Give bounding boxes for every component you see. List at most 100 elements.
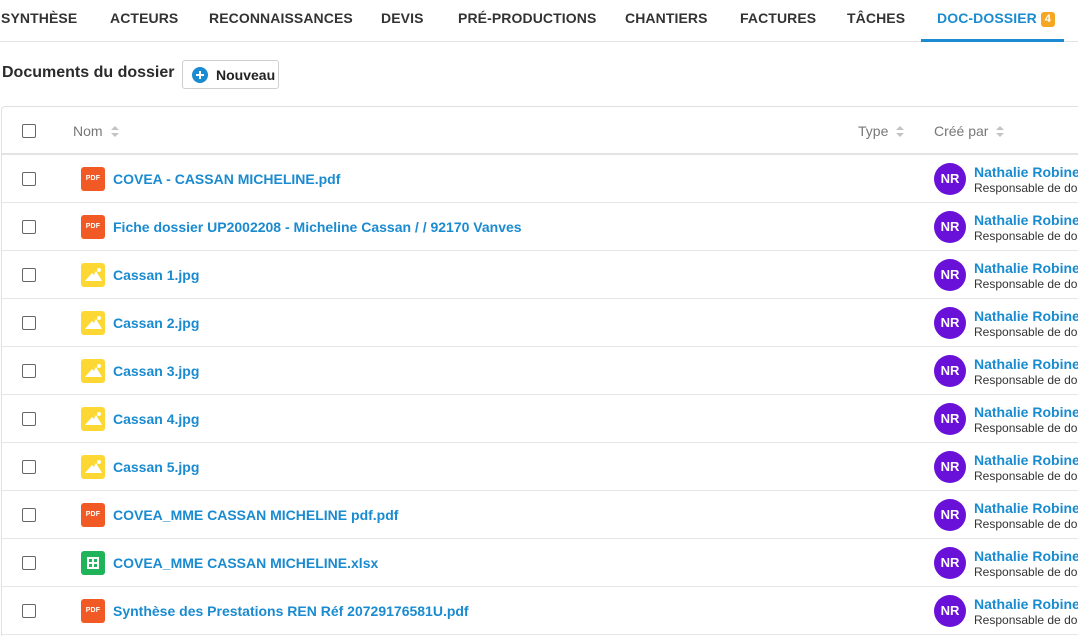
avatar: NR: [934, 451, 966, 483]
table-row: COVEA_MME CASSAN MICHELINE.xlsx NR Natha…: [2, 539, 1078, 587]
user-role: Responsable de dos: [974, 229, 1078, 243]
file-name-link[interactable]: COVEA_MME CASSAN MICHELINE pdf.pdf: [113, 507, 398, 523]
sort-icon: [996, 126, 1005, 138]
user-name-link[interactable]: Nathalie Robine: [974, 212, 1078, 228]
user-name-link[interactable]: Nathalie Robine: [974, 404, 1078, 420]
user-name-link[interactable]: Nathalie Robine: [974, 308, 1078, 324]
spreadsheet-file-icon: [81, 551, 105, 575]
avatar: NR: [934, 547, 966, 579]
pdf-icon-label: PDF: [85, 175, 101, 182]
user-role: Responsable de dos: [974, 325, 1078, 339]
new-document-button[interactable]: Nouveau: [182, 60, 279, 89]
table-row: PDF Fiche dossier UP2002208 - Micheline …: [2, 203, 1078, 251]
row-checkbox[interactable]: [22, 556, 36, 570]
section-title: Documents du dossier: [2, 64, 175, 81]
sort-icon: [896, 126, 905, 138]
tab-chantiers[interactable]: CHANTIERS: [625, 0, 708, 42]
column-header-created-by[interactable]: Créé par: [934, 123, 1005, 139]
user-role: Responsable de dos: [974, 373, 1078, 387]
avatar: NR: [934, 595, 966, 627]
file-name-link[interactable]: Fiche dossier UP2002208 - Micheline Cass…: [113, 219, 522, 235]
user-role: Responsable de dos: [974, 277, 1078, 291]
user-name-link[interactable]: Nathalie Robine: [974, 500, 1078, 516]
image-file-icon: [81, 311, 105, 335]
column-header-name-label: Nom: [73, 123, 103, 139]
documents-table: Nom Type Créé par PDF COVEA - CASSAN MIC…: [1, 106, 1078, 636]
tab-doc-dossier-label: DOC-DOSSIER: [937, 10, 1037, 26]
image-file-icon: [81, 263, 105, 287]
user-role: Responsable de dos: [974, 613, 1078, 627]
pdf-icon-label: PDF: [85, 607, 101, 614]
tab-taches[interactable]: TÂCHES: [847, 0, 905, 42]
user-role: Responsable de dos: [974, 469, 1078, 483]
column-header-type-label: Type: [858, 123, 889, 139]
file-name-link[interactable]: Synthèse des Prestations REN Réf 2072917…: [113, 603, 469, 619]
table-body: PDF COVEA - CASSAN MICHELINE.pdf NR Nath…: [2, 155, 1078, 635]
file-name-link[interactable]: Cassan 5.jpg: [113, 459, 199, 475]
user-role: Responsable de dos: [974, 421, 1078, 435]
file-name-link[interactable]: COVEA_MME CASSAN MICHELINE.xlsx: [113, 555, 378, 571]
table-row: Cassan 1.jpg NR Nathalie Robine Responsa…: [2, 251, 1078, 299]
row-checkbox[interactable]: [22, 412, 36, 426]
tab-factures[interactable]: FACTURES: [740, 0, 816, 42]
row-checkbox[interactable]: [22, 460, 36, 474]
table-header: Nom Type Créé par: [2, 107, 1078, 155]
table-row: PDF COVEA - CASSAN MICHELINE.pdf NR Nath…: [2, 155, 1078, 203]
pdf-icon-label: PDF: [85, 511, 101, 518]
pdf-icon-label: PDF: [85, 223, 101, 230]
user-name-link[interactable]: Nathalie Robine: [974, 452, 1078, 468]
user-name-link[interactable]: Nathalie Robine: [974, 260, 1078, 276]
file-name-link[interactable]: Cassan 2.jpg: [113, 315, 199, 331]
tab-doc-dossier[interactable]: DOC-DOSSIER 4: [921, 0, 1064, 42]
avatar: NR: [934, 307, 966, 339]
row-checkbox[interactable]: [22, 604, 36, 618]
row-checkbox[interactable]: [22, 220, 36, 234]
avatar: NR: [934, 211, 966, 243]
count-badge: 4: [1040, 12, 1055, 27]
row-checkbox[interactable]: [22, 172, 36, 186]
tab-pre-productions[interactable]: PRÉ-PRODUCTIONS: [458, 0, 596, 42]
image-file-icon: [81, 407, 105, 431]
tab-bar: SYNTHÈSE ACTEURS RECONNAISSANCES DEVIS P…: [0, 0, 1078, 42]
table-row: Cassan 3.jpg NR Nathalie Robine Responsa…: [2, 347, 1078, 395]
user-role: Responsable de dos: [974, 517, 1078, 531]
tab-reconnaissances[interactable]: RECONNAISSANCES: [209, 0, 353, 42]
file-name-link[interactable]: Cassan 4.jpg: [113, 411, 199, 427]
image-file-icon: [81, 359, 105, 383]
user-name-link[interactable]: Nathalie Robine: [974, 164, 1078, 180]
column-header-type[interactable]: Type: [858, 123, 905, 139]
table-row: PDF COVEA_MME CASSAN MICHELINE pdf.pdf N…: [2, 491, 1078, 539]
avatar: NR: [934, 163, 966, 195]
user-name-link[interactable]: Nathalie Robine: [974, 548, 1078, 564]
row-checkbox[interactable]: [22, 316, 36, 330]
row-checkbox[interactable]: [22, 268, 36, 282]
user-name-link[interactable]: Nathalie Robine: [974, 596, 1078, 612]
tab-acteurs[interactable]: ACTEURS: [110, 0, 178, 42]
avatar: NR: [934, 355, 966, 387]
avatar: NR: [934, 403, 966, 435]
avatar: NR: [934, 499, 966, 531]
avatar: NR: [934, 259, 966, 291]
user-role: Responsable de dos: [974, 181, 1078, 195]
tab-synthese[interactable]: SYNTHÈSE: [1, 0, 77, 42]
image-file-icon: [81, 455, 105, 479]
table-row: Cassan 4.jpg NR Nathalie Robine Responsa…: [2, 395, 1078, 443]
user-role: Responsable de dos: [974, 565, 1078, 579]
plus-circle-icon: [192, 67, 208, 83]
user-name-link[interactable]: Nathalie Robine: [974, 356, 1078, 372]
file-name-link[interactable]: Cassan 3.jpg: [113, 363, 199, 379]
column-header-name[interactable]: Nom: [73, 123, 119, 139]
tab-devis[interactable]: DEVIS: [381, 0, 424, 42]
sort-icon: [110, 126, 119, 138]
row-checkbox[interactable]: [22, 508, 36, 522]
pdf-file-icon: PDF: [81, 503, 105, 527]
pdf-file-icon: PDF: [81, 215, 105, 239]
file-name-link[interactable]: COVEA - CASSAN MICHELINE.pdf: [113, 171, 340, 187]
select-all-checkbox[interactable]: [22, 124, 36, 138]
row-checkbox[interactable]: [22, 364, 36, 378]
file-name-link[interactable]: Cassan 1.jpg: [113, 267, 199, 283]
pdf-file-icon: PDF: [81, 167, 105, 191]
column-header-created-by-label: Créé par: [934, 123, 989, 139]
pdf-file-icon: PDF: [81, 599, 105, 623]
table-row: Cassan 5.jpg NR Nathalie Robine Responsa…: [2, 443, 1078, 491]
